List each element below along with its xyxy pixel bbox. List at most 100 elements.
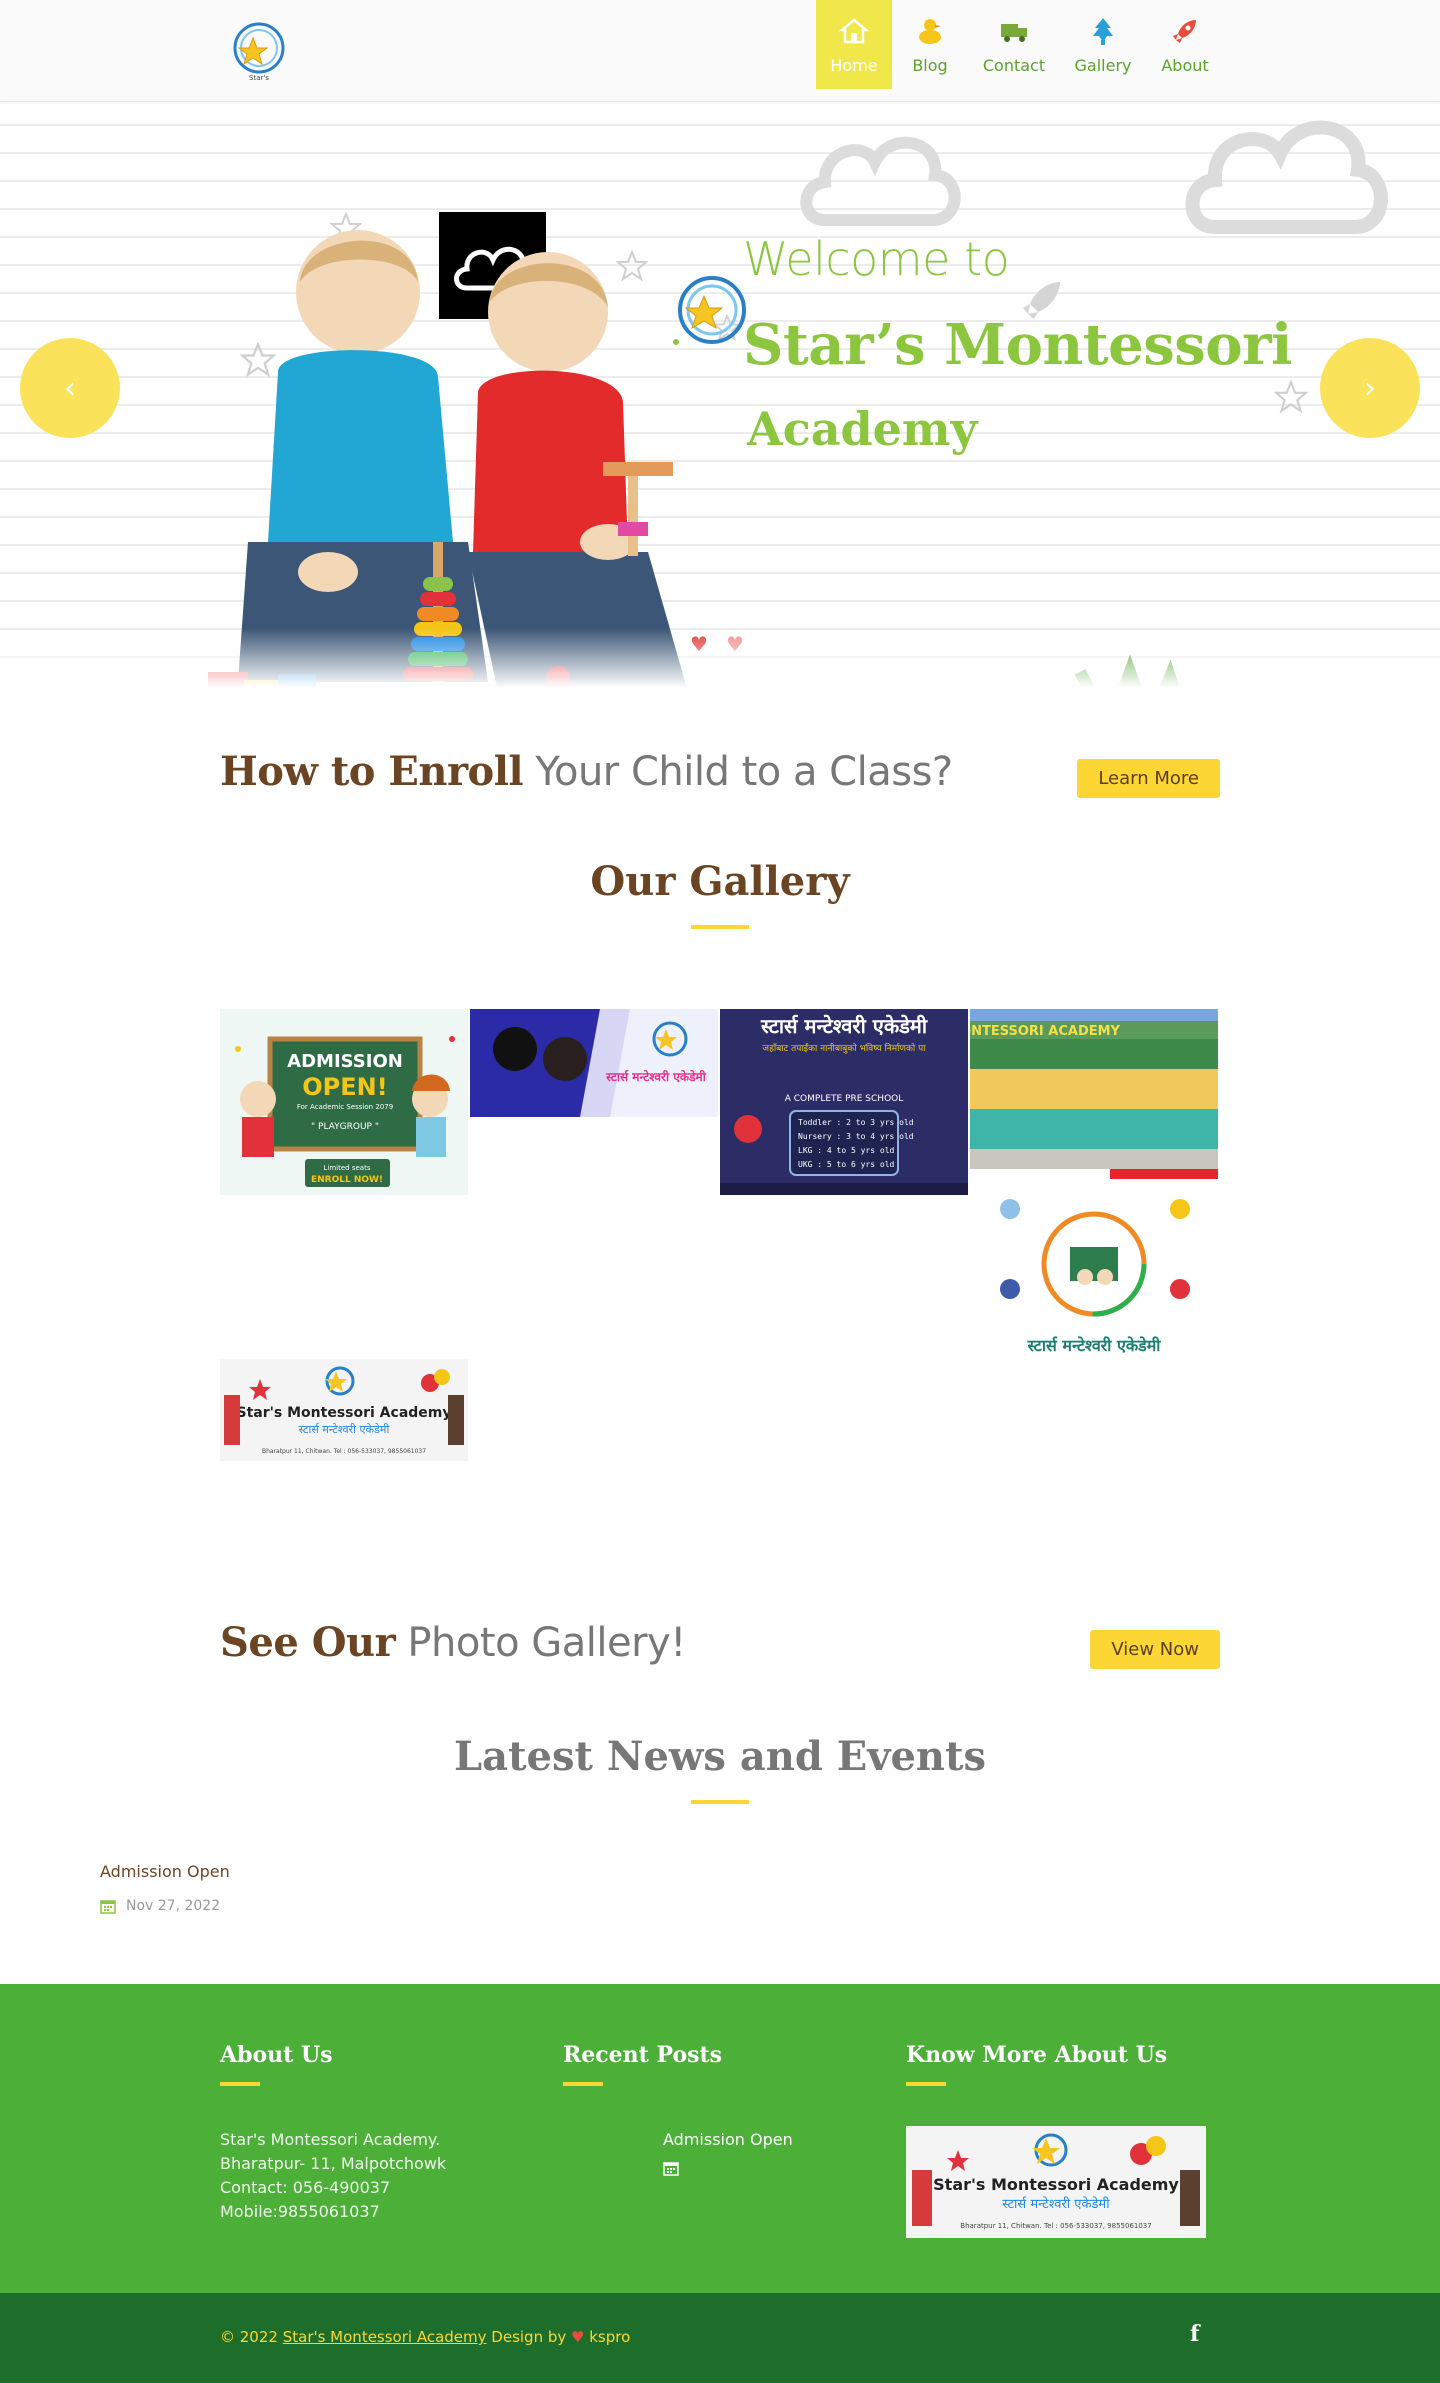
nav-about[interactable]: About (1146, 0, 1224, 89)
footer-know-title: Know More About Us (906, 2042, 1168, 2068)
admission-line4: " PLAYGROUP " (311, 1122, 379, 1132)
footer-about-line: Bharatpur- 11, Malpotchowk (220, 2154, 447, 2173)
gallery-image-graduation[interactable]: स्टार्स मन्टेश्वरी एकेडेमी (470, 1009, 718, 1117)
footer-recent-posts: Recent Posts Admission Open (563, 2042, 793, 2188)
flyer-sub: जहाँबाट तपाईंका नानीबाबुको भविष्य निर्मा… (762, 1042, 926, 1054)
nav-contact[interactable]: Contact (968, 0, 1060, 89)
gallery-title: Our Gallery (590, 858, 850, 905)
site-header: Star's Home Blog Contact Gallery About (0, 0, 1440, 102)
nav-home-label: Home (830, 56, 878, 75)
footer-recent-body: Admission Open (563, 2128, 793, 2188)
footer-title-underline (220, 2082, 260, 2086)
hero-logo (673, 276, 746, 345)
nav-contact-label: Contact (982, 56, 1046, 75)
home-icon (839, 18, 869, 44)
footer-title-underline (906, 2082, 946, 2086)
enroll-heading: How to Enroll Your Child to a Class? (220, 748, 953, 795)
news-item-date: Nov 27, 2022 (100, 1898, 220, 1914)
photo-gallery-heading-rest: Photo Gallery! (395, 1620, 686, 1666)
footer-about-line: Contact: 056-490037 (220, 2178, 391, 2197)
copyright-prefix: © 2022 (220, 2328, 283, 2346)
hero-welcome-text: Welcome to (743, 232, 1010, 286)
admission-line1: ADMISSION (287, 1051, 403, 1072)
news-title: Latest News and Events (454, 1733, 986, 1780)
footer-about-line: Star's Montessori Academy. (220, 2130, 441, 2149)
footer-about-body: Star's Montessori Academy. Bharatpur- 11… (220, 2128, 446, 2224)
flyer-row: Toddler : 2 to 3 yrs old (798, 1118, 914, 1127)
cloud-icon-large (1185, 120, 1388, 234)
flyer-banner: A COMPLETE PRE SCHOOL (785, 1094, 904, 1104)
cloud-icon (800, 136, 961, 226)
truck-icon (1001, 24, 1027, 42)
star-outline-icon (1274, 380, 1308, 414)
site-logo[interactable]: Star's (231, 22, 287, 84)
flyer-row: UKG : 5 to 6 yrs old (798, 1160, 895, 1169)
enroll-heading-rest: Your Child to a Class? (523, 749, 953, 795)
facebook-icon[interactable]: f (1190, 2321, 1210, 2351)
footer-banner-address: Bharatpur 11, Chitwan. Tel : 056-533037,… (960, 2222, 1151, 2230)
gallery-image-admission[interactable]: ADMISSION OPEN! For Academic Session 207… (220, 1009, 468, 1195)
copyright-link[interactable]: Star's Montessori Academy (283, 2328, 487, 2346)
footer-recent-item[interactable]: Admission Open (663, 2128, 793, 2152)
duck-icon (919, 19, 941, 44)
news-list: Admission Open Nov 27, 2022 (0, 1804, 1440, 1984)
hero-title-line2: Academy (747, 402, 978, 456)
calendar-icon (663, 2162, 679, 2176)
enroll-heading-strong: How to Enroll (220, 748, 524, 795)
nav-blog-label: Blog (912, 56, 948, 75)
learn-more-button[interactable]: Learn More (1077, 759, 1220, 798)
nav-gallery[interactable]: Gallery (1060, 0, 1146, 560)
nav-home[interactable]: Home (816, 0, 892, 89)
photo-gallery-heading-strong: See Our (220, 1619, 396, 1666)
site-footer: About Us Star's Montessori Academy. Bhar… (0, 1984, 1440, 2293)
babies-playing-illustration (208, 230, 687, 688)
graduation-text: स्टार्स मन्टेश्वरी एकेडेमी (605, 1070, 707, 1084)
calendar-icon (100, 1900, 116, 1914)
view-now-button[interactable]: View Now (1090, 1630, 1220, 1669)
rocket-icon (1173, 20, 1196, 43)
main-nav: Home Blog Contact Gallery About (816, 0, 1224, 89)
footer-about: About Us Star's Montessori Academy. Bhar… (220, 2042, 446, 2224)
admission-line6: ENROLL NOW! (311, 1175, 383, 1185)
photo-gallery-heading: See Our Photo Gallery! (220, 1619, 686, 1666)
flyer-row: Nursery : 3 to 4 yrs old (798, 1132, 914, 1141)
gallery-image-preschool-flyer[interactable]: स्टार्स मन्टेश्वरी एकेडेमी जहाँबाट तपाईं… (720, 1009, 968, 1195)
flyer-heading: स्टार्स मन्टेश्वरी एकेडेमी (760, 1014, 928, 1038)
admission-line3: For Academic Session 2079 (297, 1103, 393, 1111)
copyright-text: © 2022 Star's Montessori Academy Design … (220, 2328, 630, 2346)
gallery-image-infographic[interactable]: स्टार्स मन्टेश्वरी एकेडेमी (970, 1169, 1218, 1359)
nav-gallery-label: Gallery (1074, 56, 1132, 75)
admission-line2: OPEN! (302, 1073, 387, 1101)
footer-recent-title: Recent Posts (563, 2042, 723, 2068)
infographic-caption: स्टार्स मन्टेश्वरी एकेडेमी (1027, 1336, 1162, 1355)
nav-blog[interactable]: Blog (892, 0, 968, 89)
gallery-grid: ADMISSION OPEN! For Academic Session 207… (220, 1009, 1220, 1569)
hero-title-line1: Star’s Montessori (743, 312, 1292, 378)
hero-slider: Welcome to Star’s Montessori Academy ♥ ♥… (0, 102, 1440, 688)
banner-sub: स्टार्स मन्टेश्वरी एकेडेमी (299, 1423, 390, 1436)
photo-gallery-cta: See Our Photo Gallery! View Now (220, 1559, 1220, 1679)
enroll-cta: How to Enroll Your Child to a Class? Lea… (220, 688, 1220, 808)
footer-know-more: Know More About Us Star's Montessori Aca… (906, 2042, 1206, 2238)
footer-banner-image[interactable]: Star's Montessori Academy स्टार्स मन्टेश… (906, 2126, 1206, 2238)
heart-icon: ♥ (571, 2328, 585, 2346)
nav-about-label: About (1161, 56, 1209, 75)
news-item-date-text: Nov 27, 2022 (126, 1898, 221, 1914)
gallery-image-school-building[interactable]: ONTESSORI ACADEMY (970, 1009, 1218, 1169)
banner-title: Star's Montessori Academy (237, 1405, 452, 1421)
gallery-image-banner[interactable]: Star's Montessori Academy स्टार्स मन्टेश… (220, 1359, 468, 1461)
slider-next-button[interactable]: › (1320, 338, 1420, 438)
slider-prev-button[interactable]: ‹ (20, 338, 120, 438)
tree-icon (1093, 18, 1113, 45)
hero-fade (0, 628, 1440, 688)
admission-line5: Limited seats (324, 1164, 371, 1172)
logo-text: Star's (249, 74, 269, 82)
news-item-title[interactable]: Admission Open (100, 1862, 230, 1881)
footer-title-underline (563, 2082, 603, 2086)
footer-about-line: Mobile:9855061037 (220, 2202, 380, 2221)
footer-banner-sub: स्टार्स मन्टेश्वरी एकेडेमी (1002, 2196, 1110, 2212)
banner-address: Bharatpur 11, Chitwan. Tel : 056-533037,… (262, 1448, 426, 1455)
footer-banner-title: Star's Montessori Academy (933, 2175, 1179, 2194)
building-sign: ONTESSORI ACADEMY (970, 1024, 1121, 1039)
copyright-middle: Design by (486, 2328, 572, 2346)
